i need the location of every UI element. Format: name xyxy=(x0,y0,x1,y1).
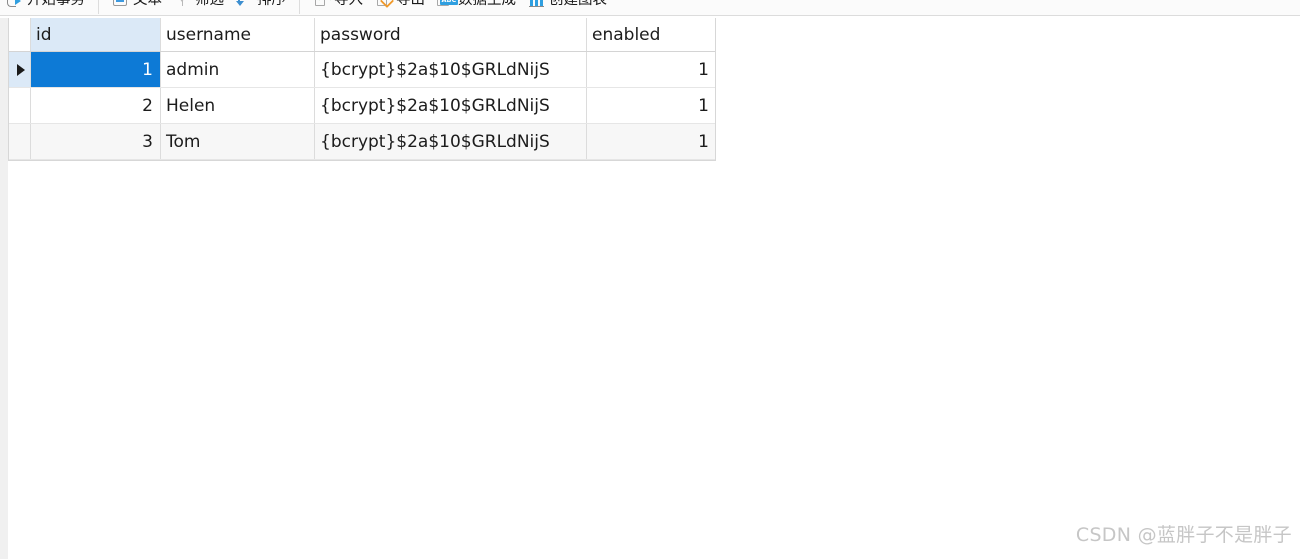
cell-username[interactable]: admin xyxy=(161,52,315,87)
cell-username[interactable]: Tom xyxy=(161,124,315,159)
data-generation-icon xyxy=(437,0,458,9)
cell-password-text: {bcrypt}$2a$10$GRLdNijS xyxy=(320,59,550,80)
export-label: 导出 xyxy=(396,0,425,9)
import-icon xyxy=(313,0,330,9)
text-label: 文本 xyxy=(133,0,162,9)
watermark: CSDN @蓝胖子不是胖子 xyxy=(1075,524,1292,546)
row-indicator-triangle-icon xyxy=(16,63,25,76)
cell-enabled[interactable]: 1 xyxy=(587,88,716,123)
text-button[interactable]: 文本 xyxy=(106,0,168,15)
export-icon xyxy=(375,0,392,9)
cell-enabled[interactable]: 1 xyxy=(587,124,716,159)
sort-button[interactable]: 排序 xyxy=(230,0,292,15)
cell-id[interactable]: 2 xyxy=(31,88,161,123)
filter-button[interactable]: 筛选 xyxy=(168,0,230,15)
row-gutter[interactable] xyxy=(9,52,31,87)
cell-password[interactable]: {bcrypt}$2a$10$GRLdNijS xyxy=(315,52,587,87)
export-button[interactable]: 导出 xyxy=(369,0,431,15)
begin-transaction-button[interactable]: 开始事务 xyxy=(0,0,91,15)
begin-transaction-icon xyxy=(6,0,23,9)
filter-icon xyxy=(174,0,191,9)
create-chart-label: 创建图表 xyxy=(549,0,607,9)
column-header-enabled[interactable]: enabled xyxy=(587,18,716,51)
toolbar-separator xyxy=(98,0,99,14)
cell-enabled[interactable]: 1 xyxy=(587,52,716,87)
cell-password[interactable]: {bcrypt}$2a$10$GRLdNijS xyxy=(315,88,587,123)
sort-ascending-icon xyxy=(235,0,253,9)
row-gutter[interactable] xyxy=(9,88,31,123)
cell-id[interactable]: 1 xyxy=(31,52,161,87)
import-button[interactable]: 导入 xyxy=(307,0,369,15)
data-generation-label: 数据生成 xyxy=(458,0,516,9)
filter-label: 筛选 xyxy=(195,0,224,9)
data-generation-button[interactable]: 数据生成 xyxy=(431,0,522,15)
column-header-password[interactable]: password xyxy=(315,18,587,51)
toolbar-group-transaction: 开始事务 xyxy=(0,0,91,15)
cell-password-text: {bcrypt}$2a$10$GRLdNijS xyxy=(320,95,550,116)
table-row[interactable]: 1 admin {bcrypt}$2a$10$GRLdNijS 1 xyxy=(9,52,715,88)
toolbar-separator xyxy=(299,0,300,14)
table-row[interactable]: 2 Helen {bcrypt}$2a$10$GRLdNijS 1 xyxy=(9,88,715,124)
import-label: 导入 xyxy=(334,0,363,9)
grid-header-row: id username password enabled xyxy=(9,18,715,52)
cell-username[interactable]: Helen xyxy=(161,88,315,123)
sort-label: 排序 xyxy=(257,0,286,9)
data-grid: id username password enabled 1 admin {bc… xyxy=(8,18,716,161)
grid-header-gutter xyxy=(9,18,31,51)
begin-transaction-label: 开始事务 xyxy=(27,0,85,9)
window-left-edge xyxy=(0,18,8,559)
create-chart-button[interactable]: 创建图表 xyxy=(522,0,613,15)
create-chart-icon xyxy=(528,0,545,9)
table-row[interactable]: 3 Tom {bcrypt}$2a$10$GRLdNijS 1 xyxy=(9,124,715,160)
column-header-username[interactable]: username xyxy=(161,18,315,51)
column-header-id[interactable]: id xyxy=(31,18,161,51)
cell-password-text: {bcrypt}$2a$10$GRLdNijS xyxy=(320,131,550,152)
row-gutter[interactable] xyxy=(9,124,31,159)
text-icon xyxy=(112,0,129,9)
grid-toolbar: 开始事务 文本 筛选 排序 导入 导出 数据生成 xyxy=(0,0,1300,16)
toolbar-group-transfer: 导入 导出 数据生成 创建图表 xyxy=(307,0,613,15)
toolbar-group-view: 文本 筛选 排序 xyxy=(106,0,292,15)
cell-password[interactable]: {bcrypt}$2a$10$GRLdNijS xyxy=(315,124,587,159)
cell-id[interactable]: 3 xyxy=(31,124,161,159)
